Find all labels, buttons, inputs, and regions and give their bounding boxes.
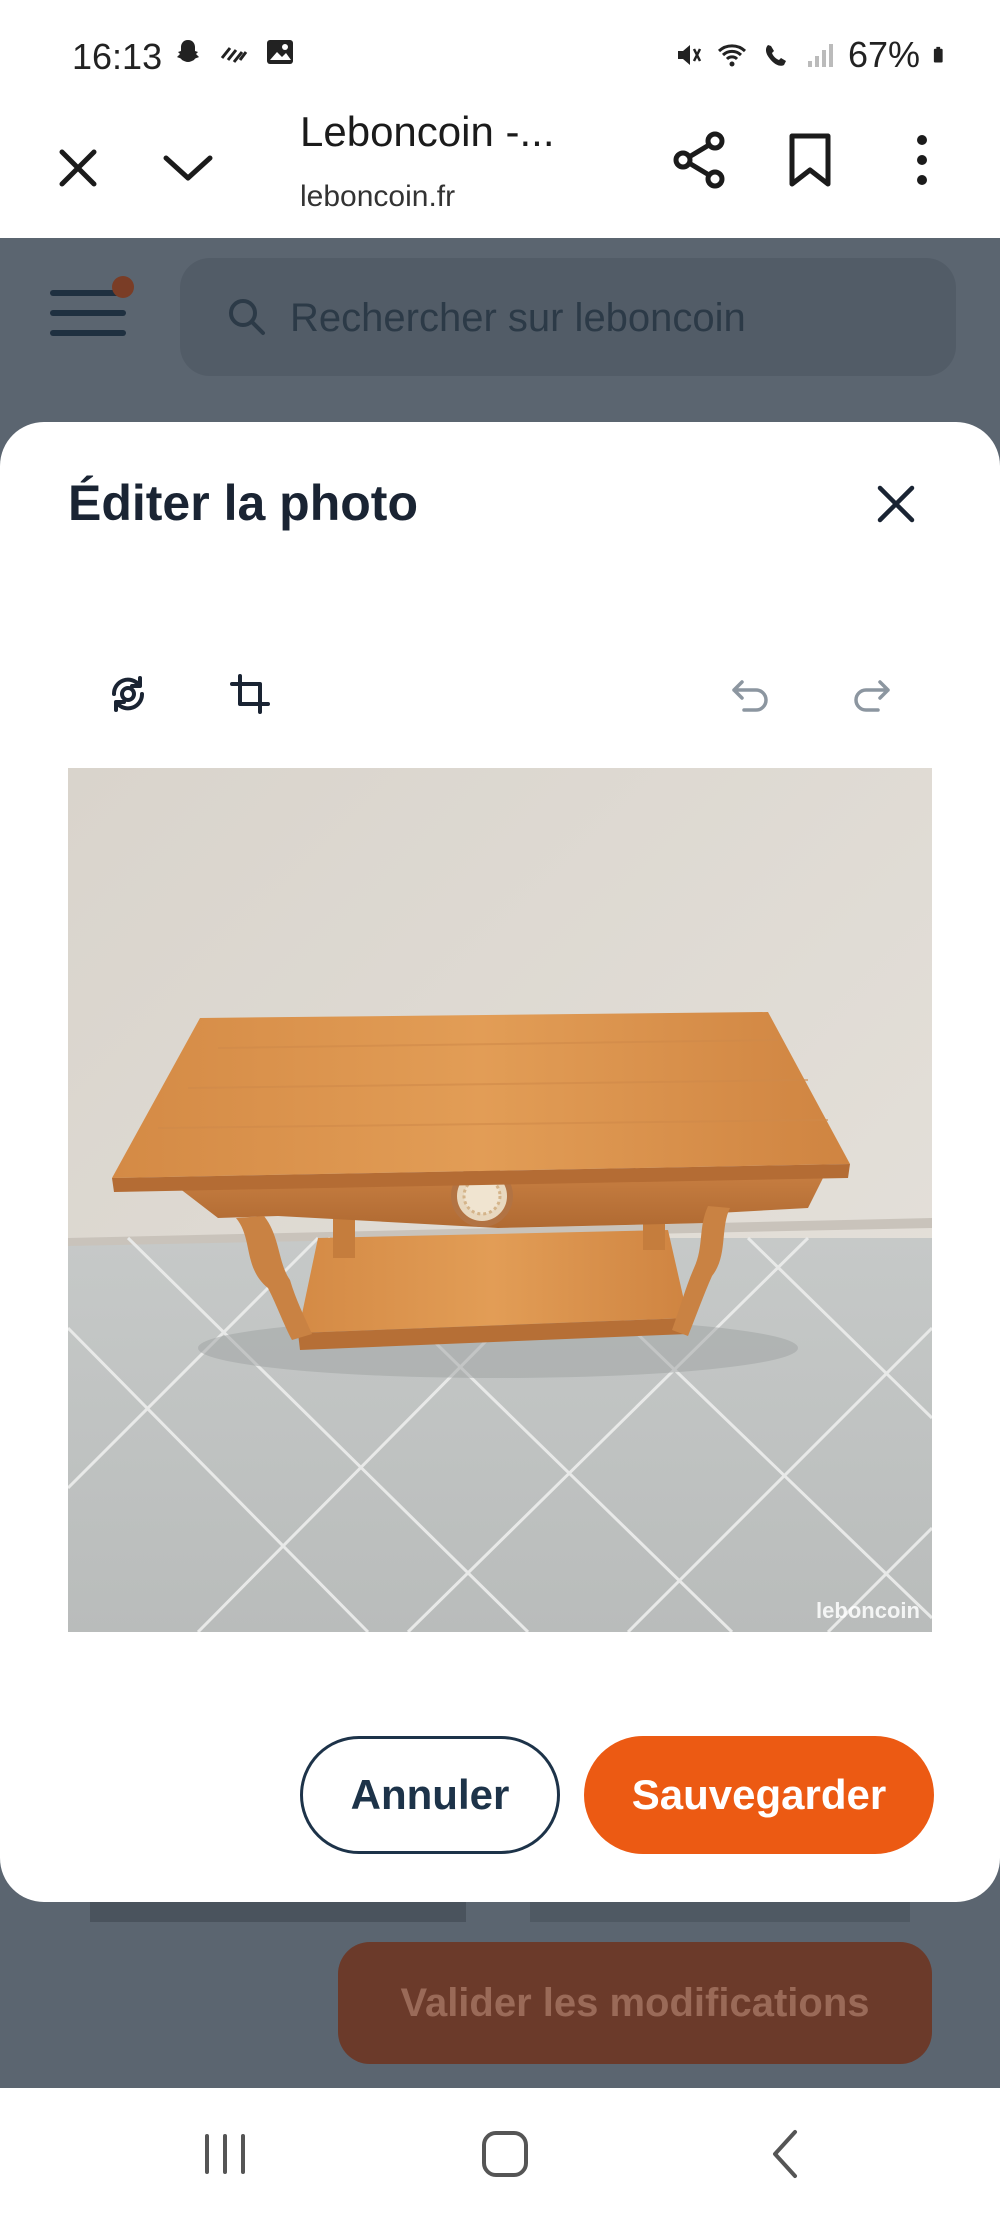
back-button[interactable]: [740, 2114, 830, 2194]
menu-button[interactable]: [50, 276, 134, 360]
rotate-icon: [111, 676, 145, 712]
more-vert-icon: [917, 135, 927, 185]
save-button[interactable]: Sauvegarder: [584, 1736, 934, 1854]
crop-button[interactable]: [218, 662, 282, 726]
photo-preview[interactable]: leboncoin: [68, 768, 932, 1632]
search-input[interactable]: Rechercher sur leboncoin: [180, 258, 956, 376]
home-button[interactable]: [460, 2114, 550, 2194]
close-icon: [877, 485, 915, 523]
rotate-button[interactable]: [96, 662, 160, 726]
back-icon: [773, 2130, 797, 2178]
status-bar: 16:13 67%: [0, 0, 1000, 112]
snapchat-icon: [177, 40, 199, 62]
bookmark-button[interactable]: [778, 128, 842, 192]
redo-button[interactable]: [840, 662, 904, 726]
home-icon: [482, 2131, 528, 2177]
share-button[interactable]: [668, 128, 732, 192]
volte-icon: [765, 45, 786, 66]
undo-icon: [732, 680, 768, 712]
browser-toolbar: Leboncoin -... leboncoin.fr: [0, 100, 1000, 239]
notification-dot: [112, 276, 134, 298]
share-icon: [673, 131, 725, 189]
modal-title: Éditer la photo: [68, 475, 418, 531]
status-time: 16:13: [72, 36, 163, 77]
more-options-button[interactable]: [890, 128, 954, 192]
system-navbar: [0, 2088, 1000, 2222]
background-thumbnail-strip: [90, 1900, 466, 1922]
recent-apps-button[interactable]: [180, 2114, 270, 2194]
chevron-down-icon: [163, 155, 213, 181]
edit-photo-modal: Éditer la photo leboncoin Annuler Sauveg…: [0, 422, 1000, 1902]
crop-icon: [230, 674, 270, 714]
undo-button[interactable]: [718, 662, 782, 726]
recent-apps-icon: [205, 2134, 245, 2174]
redo-icon: [854, 680, 890, 712]
signal-waves-icon: [220, 47, 248, 63]
close-icon: [59, 149, 97, 187]
validate-changes-button[interactable]: Valider les modifications: [338, 1942, 932, 2064]
background-controls-strip: [530, 1900, 910, 1922]
cell-signal-icon: [807, 44, 833, 67]
modal-close-button[interactable]: [864, 472, 928, 536]
console-table-photo: leboncoin: [68, 768, 932, 1632]
page-title: Leboncoin -...: [300, 108, 555, 155]
battery-percent: 67%: [847, 34, 920, 75]
battery-icon: [933, 46, 943, 63]
photo-watermark: leboncoin: [816, 1598, 920, 1623]
minimize-button[interactable]: [156, 136, 220, 200]
mute-vibrate-icon: [677, 45, 702, 65]
wifi-call-icon: [717, 44, 746, 67]
gallery-icon: [267, 40, 293, 64]
site-header: Rechercher sur leboncoin: [0, 238, 1000, 408]
bookmark-icon: [789, 133, 831, 187]
search-icon: [229, 299, 265, 335]
page-url[interactable]: leboncoin.fr: [300, 180, 455, 214]
search-placeholder: Rechercher sur leboncoin: [290, 296, 746, 340]
close-tab-button[interactable]: [46, 136, 110, 200]
cancel-button[interactable]: Annuler: [300, 1736, 560, 1854]
